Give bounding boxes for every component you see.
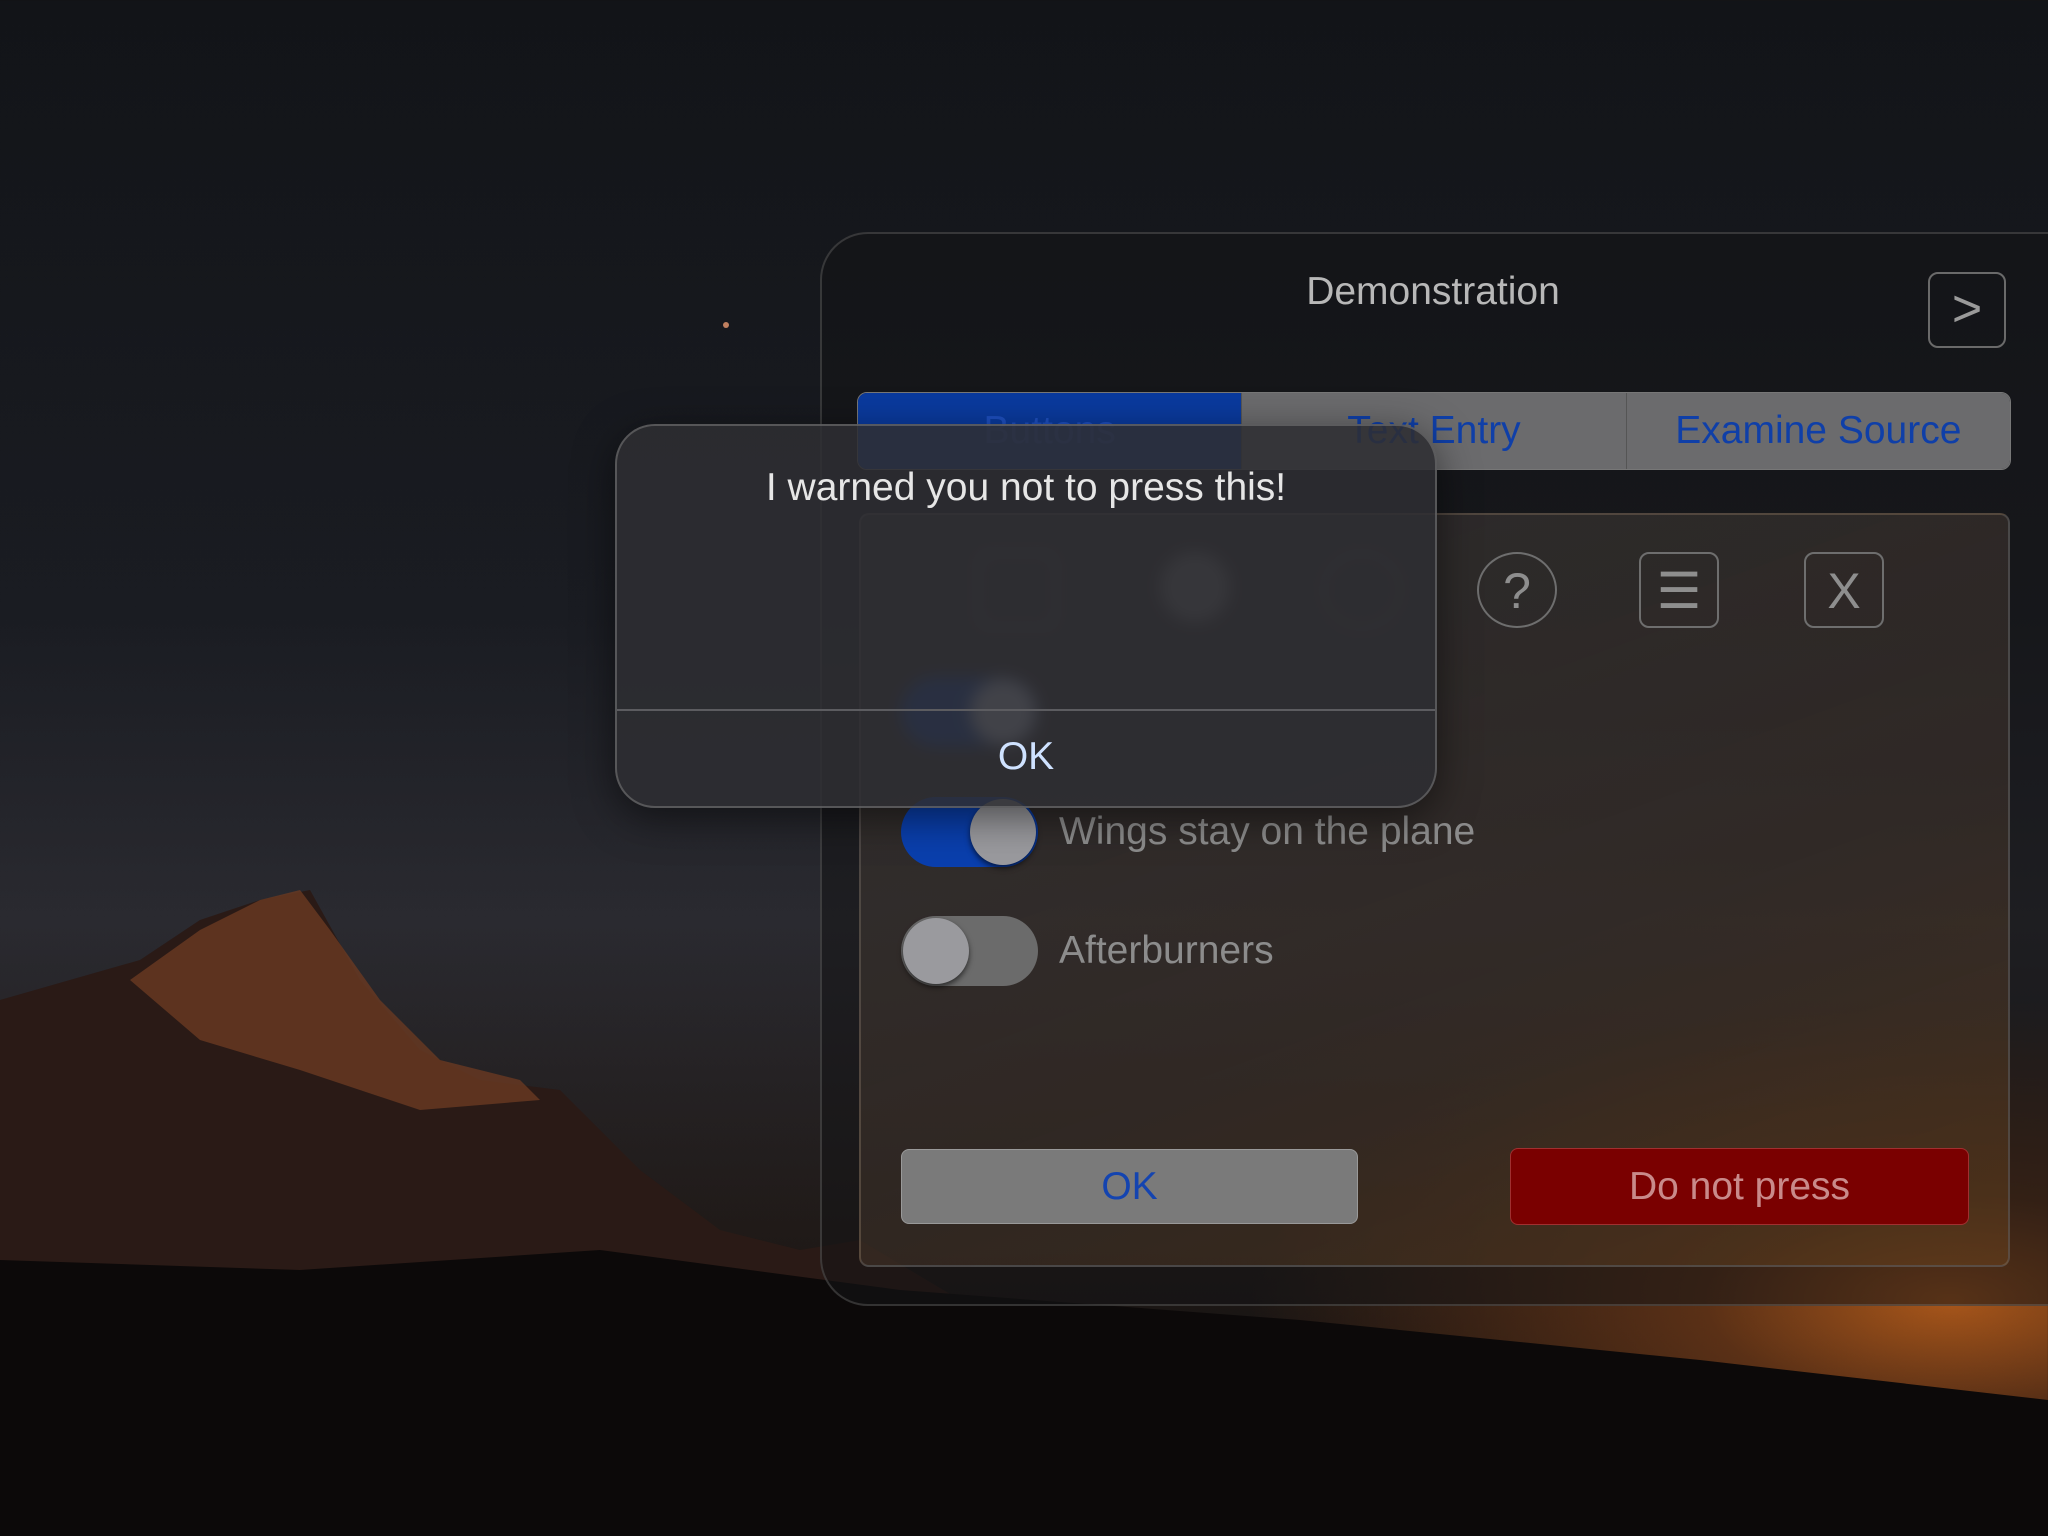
- menu-icon: ☰: [1656, 563, 1702, 619]
- close-icon: X: [1827, 563, 1861, 619]
- next-button[interactable]: >: [1928, 272, 2006, 348]
- close-button[interactable]: X: [1804, 552, 1884, 628]
- toggle-knob: [903, 918, 969, 984]
- toggle-label-wings: Wings stay on the plane: [1059, 810, 1476, 853]
- tab-examine-source[interactable]: Examine Source: [1625, 393, 2010, 469]
- alert-message: I warned you not to press this!: [765, 466, 1287, 509]
- alert-dialog: I warned you not to press this! OK: [615, 424, 1437, 808]
- toggle-knob: [970, 799, 1036, 865]
- alert-ok-button[interactable]: OK: [617, 711, 1435, 806]
- help-icon: ?: [1503, 563, 1531, 619]
- do-not-press-button[interactable]: Do not press: [1510, 1148, 1969, 1225]
- toggle-label-afterburners: Afterburners: [1059, 929, 1274, 972]
- menu-button[interactable]: ☰: [1639, 552, 1719, 628]
- ok-button[interactable]: OK: [901, 1149, 1358, 1224]
- help-button[interactable]: ?: [1477, 552, 1557, 628]
- toggle-afterburners[interactable]: [901, 916, 1038, 986]
- window-title: Demonstration: [1306, 270, 1560, 313]
- star: [723, 322, 729, 328]
- chevron-right-icon: >: [1951, 280, 1983, 338]
